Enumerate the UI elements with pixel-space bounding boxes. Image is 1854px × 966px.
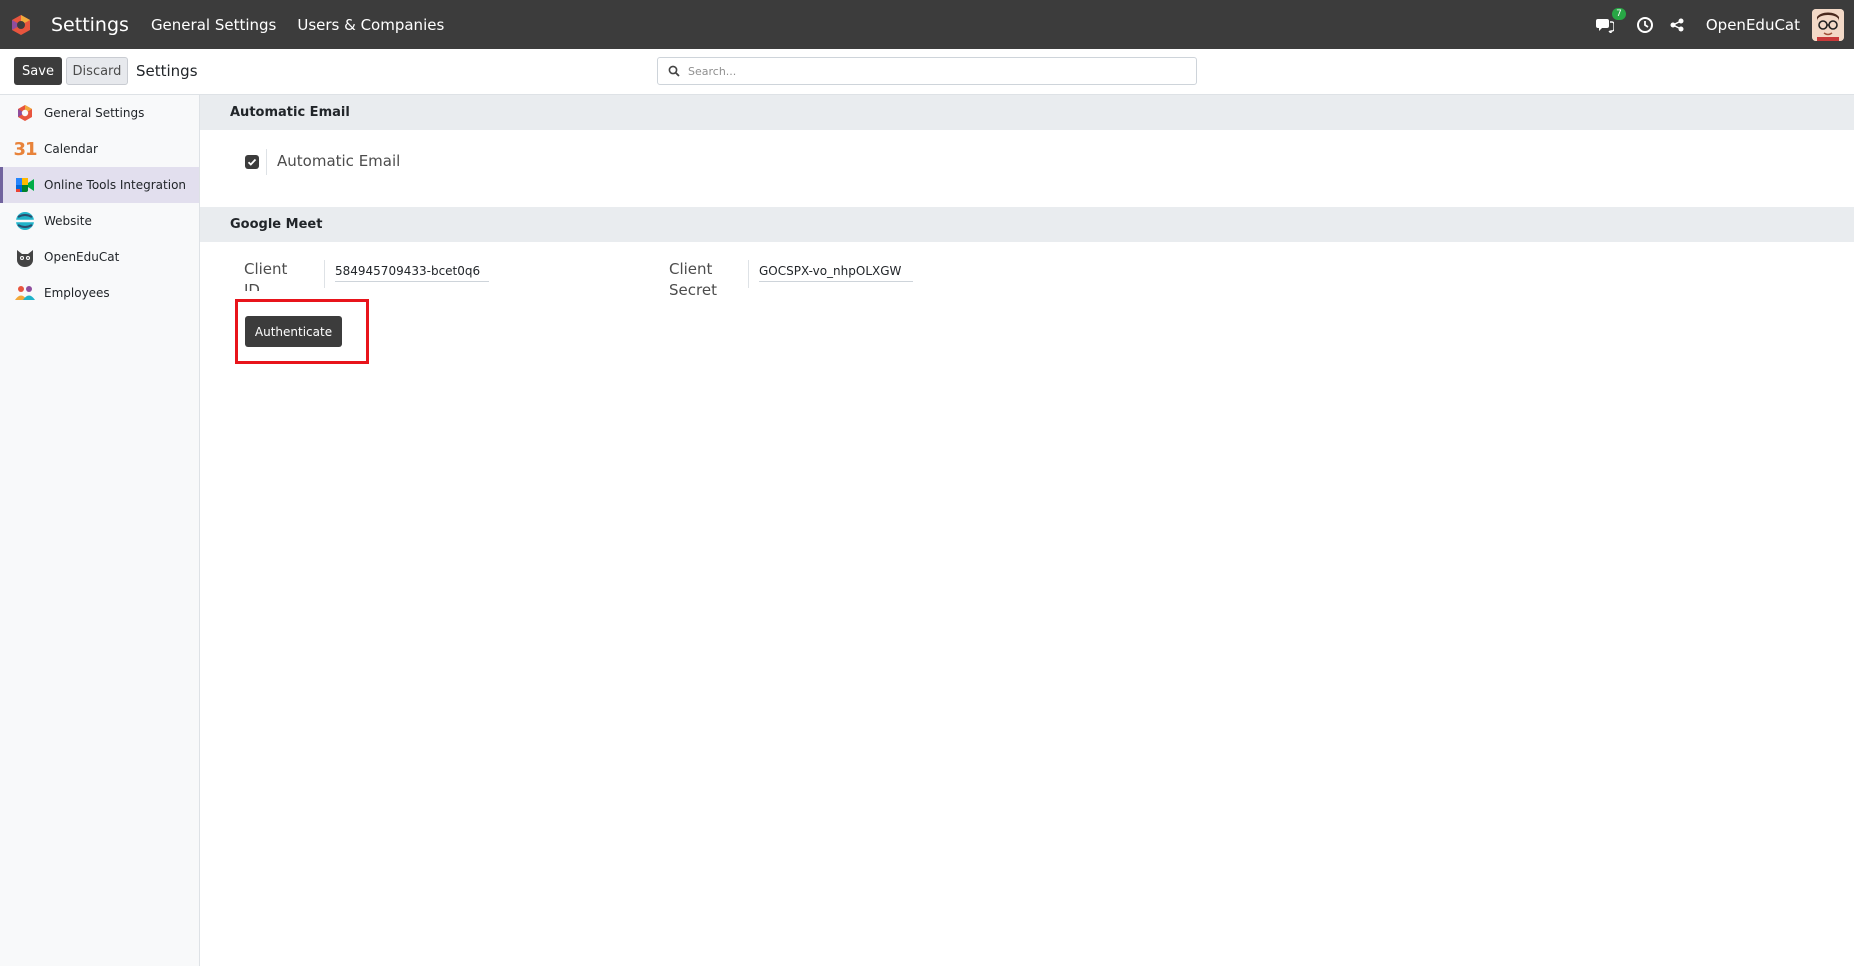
section-header-automatic-email: Automatic Email [200, 95, 1854, 130]
discard-button[interactable]: Discard [66, 57, 128, 85]
client-id-label: Client ID [244, 259, 287, 291]
menu-general-settings[interactable]: General Settings [151, 16, 276, 34]
google-meet-section: Client ID Client Secret Authenticate [200, 242, 1854, 382]
breadcrumb-title: Settings [136, 62, 198, 80]
client-id-input[interactable] [335, 260, 489, 282]
chat-badge: 7 [1612, 7, 1626, 20]
search-icon [668, 62, 680, 81]
search-input[interactable] [688, 64, 1168, 78]
menu-users-companies[interactable]: Users & Companies [297, 16, 444, 34]
employees-icon [14, 282, 36, 304]
sidebar-item-label: Calendar [44, 142, 98, 156]
sidebar-item-calendar[interactable]: 31 Calendar [0, 131, 199, 167]
divider [266, 149, 267, 175]
client-secret-label: Client Secret [669, 259, 717, 301]
sidebar-item-website[interactable]: Website [0, 203, 199, 239]
openeducat-icon [14, 246, 36, 268]
client-secret-label-line1: Client [669, 260, 713, 278]
sidebar-item-label: OpenEduCat [44, 250, 120, 264]
settings-icon [14, 102, 36, 124]
sidebar-item-online-tools-integration[interactable]: Online Tools Integration [0, 167, 199, 203]
automatic-email-checkbox[interactable] [245, 155, 259, 169]
user-avatar[interactable] [1812, 8, 1844, 41]
sidebar-item-employees[interactable]: Employees [0, 275, 199, 311]
sidebar-item-label: Employees [44, 286, 110, 300]
section-header-google-meet: Google Meet [200, 207, 1854, 242]
calendar-icon: 31 [13, 138, 37, 160]
authenticate-highlight: Authenticate [235, 299, 369, 364]
client-secret-input[interactable] [759, 260, 913, 282]
navbar-systray: 7 OpenEduCat [1594, 0, 1854, 49]
authenticate-button[interactable]: Authenticate [245, 316, 342, 347]
sidebar-item-label: Online Tools Integration [44, 178, 187, 192]
settings-sidebar: General Settings 31 Calendar Online Tool… [0, 95, 200, 966]
sidebar-item-label: General Settings [44, 106, 145, 120]
divider [748, 260, 749, 288]
search-bar[interactable] [657, 57, 1197, 85]
meet-icon [14, 174, 36, 196]
chat-icon[interactable]: 7 [1594, 7, 1626, 36]
client-id-label-line2: ID [244, 281, 260, 291]
control-panel: Save Discard Settings [0, 49, 1854, 95]
top-navbar: Settings General Settings Users & Compan… [0, 0, 1854, 49]
sidebar-item-openeducat[interactable]: OpenEduCat [0, 239, 199, 275]
client-secret-label-line2: Secret [669, 281, 717, 299]
app-title[interactable]: Settings [51, 14, 129, 36]
odoo-logo-icon[interactable] [9, 13, 33, 37]
top-menu: General Settings Users & Companies [151, 16, 465, 34]
client-id-label-line1: Client [244, 260, 288, 278]
website-icon [14, 210, 36, 232]
clock-icon[interactable] [1634, 14, 1656, 36]
divider [324, 260, 325, 288]
automatic-email-section: Automatic Email [200, 130, 1854, 207]
sidebar-item-label: Website [44, 214, 92, 228]
automatic-email-label: Automatic Email [277, 152, 401, 170]
share-icon[interactable] [1666, 14, 1688, 36]
save-button[interactable]: Save [14, 57, 62, 85]
user-name[interactable]: OpenEduCat [1706, 16, 1800, 34]
sidebar-item-general-settings[interactable]: General Settings [0, 95, 199, 131]
settings-content: Automatic Email Automatic Email Google M… [200, 95, 1854, 966]
check-icon [247, 158, 257, 166]
